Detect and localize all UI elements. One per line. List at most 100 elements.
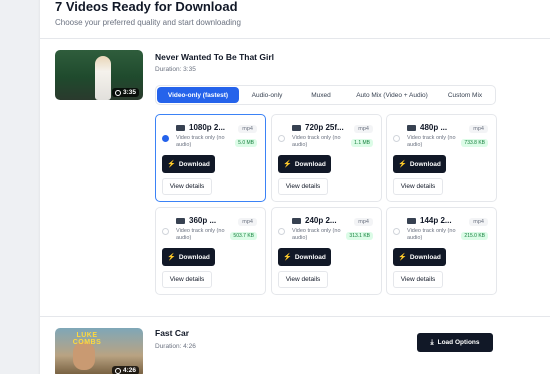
size-badge: 503.7 KB <box>230 232 257 240</box>
download-label: Download <box>178 253 210 261</box>
option-quality: 240p 2... <box>305 216 337 225</box>
size-badge: 1.1 MB <box>351 139 373 147</box>
download-label: Download <box>294 160 326 168</box>
format-badge: mp4 <box>469 218 488 226</box>
option-radio[interactable] <box>393 228 400 235</box>
size-badge: 733.8 KB <box>461 139 488 147</box>
tab-auto-mix[interactable]: Auto Mix (Video + Audio) <box>347 87 437 103</box>
load-options-label: Load Options <box>437 339 480 346</box>
bolt-icon: ⚡ <box>167 161 176 168</box>
tab-muxed[interactable]: Muxed <box>295 87 347 103</box>
video-title: Never Wanted To Be That Girl <box>155 52 275 62</box>
bolt-icon: ⚡ <box>398 161 407 168</box>
thumbnail-figure <box>95 56 111 100</box>
bolt-icon: ⚡ <box>167 254 176 261</box>
header-divider <box>40 38 550 39</box>
download-icon: ⤓ <box>430 338 434 346</box>
option-radio[interactable] <box>278 135 285 142</box>
download-button[interactable]: ⚡ Download <box>278 155 331 173</box>
option-description: Video track only (no audio) <box>292 135 341 148</box>
view-details-button[interactable]: View details <box>393 178 443 195</box>
quality-option-card[interactable]: 720p 25f... mp4 Video track only (no aud… <box>271 114 382 202</box>
download-button[interactable]: ⚡ Download <box>278 248 331 266</box>
tab-custom-mix-label: Custom Mix <box>447 91 483 99</box>
tab-video-only[interactable]: Video-only (fastest) <box>157 87 239 103</box>
view-details-button[interactable]: View details <box>278 271 328 288</box>
thumbnail-album-text: LUKE COMBS <box>72 332 102 346</box>
load-options-button[interactable]: ⤓ Load Options <box>417 333 493 352</box>
thumbnail-duration-badge: 3:35 <box>111 88 139 97</box>
format-badge: mp4 <box>238 218 257 226</box>
format-badge: mp4 <box>469 125 488 133</box>
results-header: 7 Videos Ready for Download Choose your … <box>55 0 241 27</box>
download-label: Download <box>409 253 441 261</box>
download-button[interactable]: ⚡ Download <box>393 248 446 266</box>
mode-tabs: Video-only (fastest) Audio-only Muxed Au… <box>155 85 496 105</box>
option-quality: 144p 2... <box>420 216 452 225</box>
video-duration: Duration: 4:26 <box>155 343 196 350</box>
quality-option-card[interactable]: 240p 2... mp4 Video track only (no audio… <box>271 207 382 295</box>
view-details-button[interactable]: View details <box>162 178 212 195</box>
clock-icon <box>114 367 121 374</box>
tab-video-only-label: Video-only (fastest) <box>167 91 229 99</box>
page-title: 7 Videos Ready for Download <box>55 0 238 14</box>
download-button[interactable]: ⚡ Download <box>162 248 215 266</box>
size-badge: 5.0 MB <box>235 139 257 147</box>
film-icon <box>407 125 416 131</box>
tab-auto-mix-label: Auto Mix (Video + Audio) <box>356 91 428 99</box>
download-button[interactable]: ⚡ Download <box>162 155 215 173</box>
option-quality: 480p ... <box>420 123 448 132</box>
quality-option-card[interactable]: 360p ... mp4 Video track only (no audio)… <box>155 207 266 295</box>
download-label: Download <box>178 160 210 168</box>
video-title: Fast Car <box>155 328 190 338</box>
thumbnail-duration: 4:26 <box>122 367 136 374</box>
film-icon <box>292 218 301 224</box>
option-quality: 720p 25f... <box>305 123 344 132</box>
size-badge: 313.1 KB <box>346 232 373 240</box>
format-badge: mp4 <box>354 218 373 226</box>
tab-custom-mix[interactable]: Custom Mix <box>437 87 493 103</box>
thumbnail-duration-badge: 4:26 <box>111 366 139 374</box>
option-description: Video track only (no audio) <box>407 135 456 148</box>
quality-option-card[interactable]: 480p ... mp4 Video track only (no audio)… <box>386 114 497 202</box>
page-subtitle: Choose your preferred quality and start … <box>55 18 241 27</box>
bolt-icon: ⚡ <box>283 254 292 261</box>
option-radio[interactable] <box>162 228 169 235</box>
option-description: Video track only (no audio) <box>407 228 456 241</box>
format-badge: mp4 <box>354 125 373 133</box>
download-label: Download <box>294 253 326 261</box>
video-divider <box>40 316 550 317</box>
film-icon <box>292 125 301 131</box>
video-thumbnail[interactable]: 3:35 <box>55 50 143 100</box>
tab-muxed-label: Muxed <box>311 91 331 99</box>
video-duration: Duration: 3:35 <box>155 66 196 73</box>
film-icon <box>176 218 185 224</box>
option-radio[interactable] <box>393 135 400 142</box>
option-quality: 360p ... <box>189 216 217 225</box>
clock-icon <box>114 89 121 96</box>
film-icon <box>176 125 185 131</box>
thumbnail-face <box>73 342 95 370</box>
option-description: Video track only (no audio) <box>176 135 225 148</box>
view-details-button[interactable]: View details <box>393 271 443 288</box>
bolt-icon: ⚡ <box>283 161 292 168</box>
option-quality: 1080p 2... <box>189 123 226 132</box>
bolt-icon: ⚡ <box>398 254 407 261</box>
quality-option-card[interactable]: 1080p 2... mp4 Video track only (no audi… <box>155 114 266 202</box>
option-radio[interactable] <box>162 135 169 142</box>
tab-audio-only[interactable]: Audio-only <box>239 87 295 103</box>
size-badge: 215.0 KB <box>461 232 488 240</box>
tab-audio-only-label: Audio-only <box>251 91 283 99</box>
download-label: Download <box>409 160 441 168</box>
option-radio[interactable] <box>278 228 285 235</box>
download-button[interactable]: ⚡ Download <box>393 155 446 173</box>
quality-option-card[interactable]: 144p 2... mp4 Video track only (no audio… <box>386 207 497 295</box>
video-thumbnail[interactable]: LUKE COMBS 4:26 <box>55 328 143 374</box>
option-description: Video track only (no audio) <box>176 228 225 241</box>
view-details-button[interactable]: View details <box>278 178 328 195</box>
format-badge: mp4 <box>238 125 257 133</box>
thumbnail-duration: 3:35 <box>122 89 136 96</box>
option-description: Video track only (no audio) <box>292 228 341 241</box>
film-icon <box>407 218 416 224</box>
view-details-button[interactable]: View details <box>162 271 212 288</box>
